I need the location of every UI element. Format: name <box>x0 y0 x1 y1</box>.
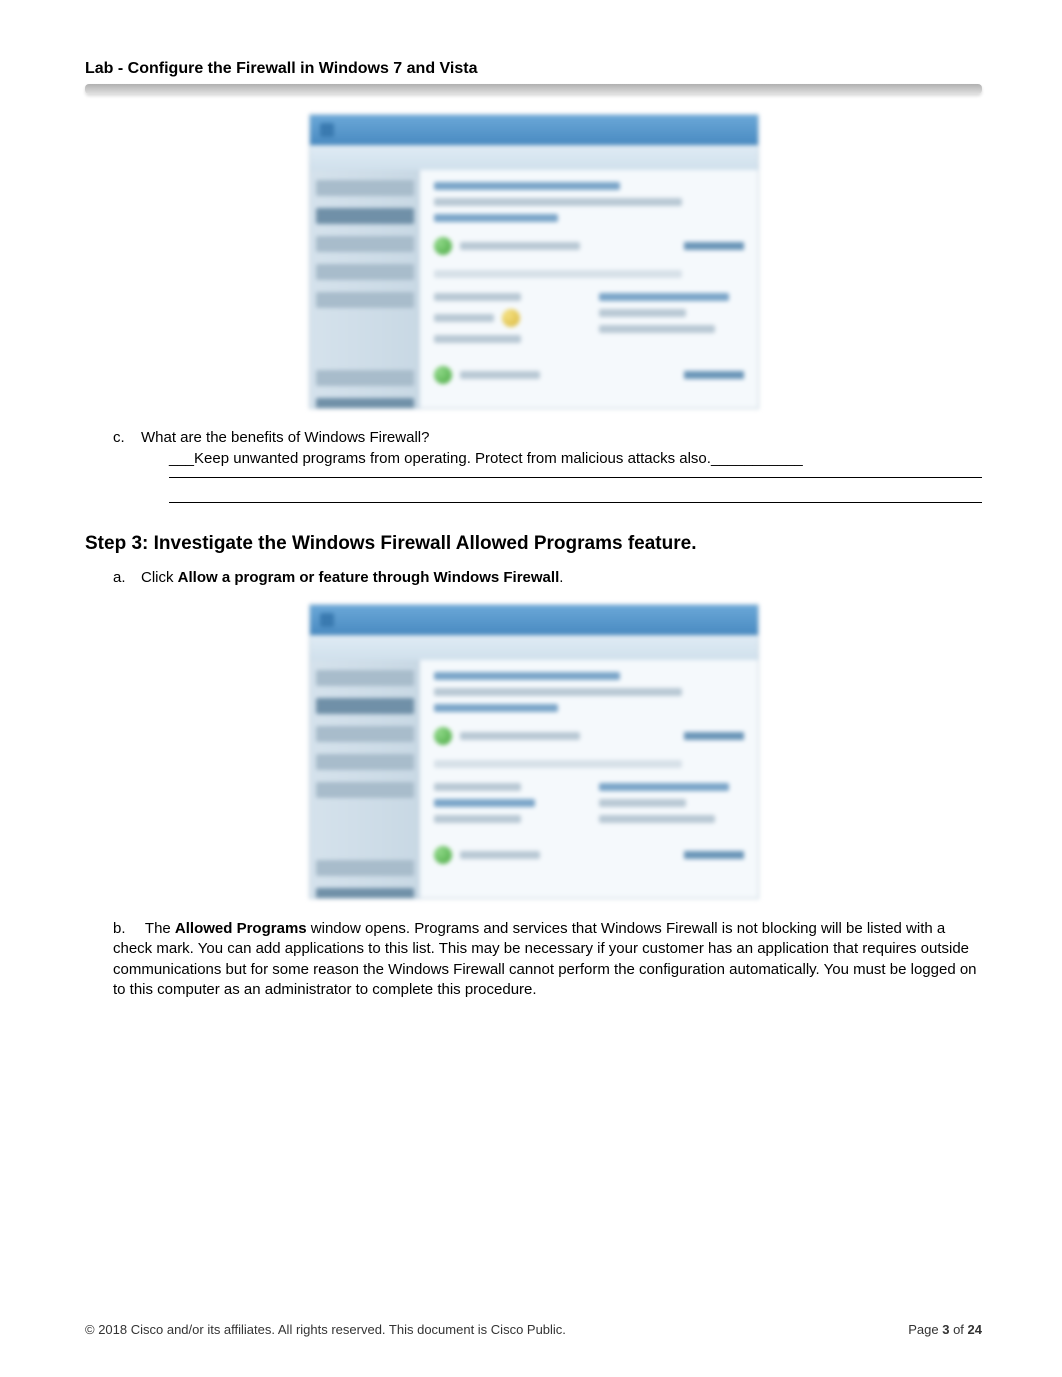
step3-b-letter: b. <box>113 919 141 939</box>
question-c-answer: ___Keep unwanted programs from operating… <box>169 450 982 467</box>
footer-page-number: Page 3 of 24 <box>908 1322 982 1337</box>
step3-item-a: a. Click Allow a program or feature thro… <box>113 569 982 586</box>
question-c-block: c. What are the benefits of Windows Fire… <box>113 429 982 503</box>
step3-item-b: b. The Allowed Programs window opens. Pr… <box>113 919 982 1000</box>
step3-b-text: The Allowed Programs window opens. Progr… <box>113 920 977 998</box>
step3-a-letter: a. <box>113 569 141 586</box>
step-3-heading: Step 3: Investigate the Windows Firewall… <box>85 533 982 555</box>
footer-copyright: © 2018 Cisco and/or its affiliates. All … <box>85 1322 566 1337</box>
doc-header-title: Lab - Configure the Firewall in Windows … <box>85 60 982 78</box>
question-c-text: What are the benefits of Windows Firewal… <box>141 429 429 446</box>
blank-line-1 <box>169 477 982 478</box>
blank-line-2 <box>169 502 982 503</box>
windows-firewall-screenshot-2 <box>309 604 759 899</box>
header-divider <box>85 84 982 94</box>
page-footer: © 2018 Cisco and/or its affiliates. All … <box>85 1322 982 1337</box>
step3-a-text: Click Allow a program or feature through… <box>141 569 563 586</box>
windows-firewall-screenshot-1 <box>309 114 759 409</box>
question-c-letter: c. <box>113 429 141 446</box>
